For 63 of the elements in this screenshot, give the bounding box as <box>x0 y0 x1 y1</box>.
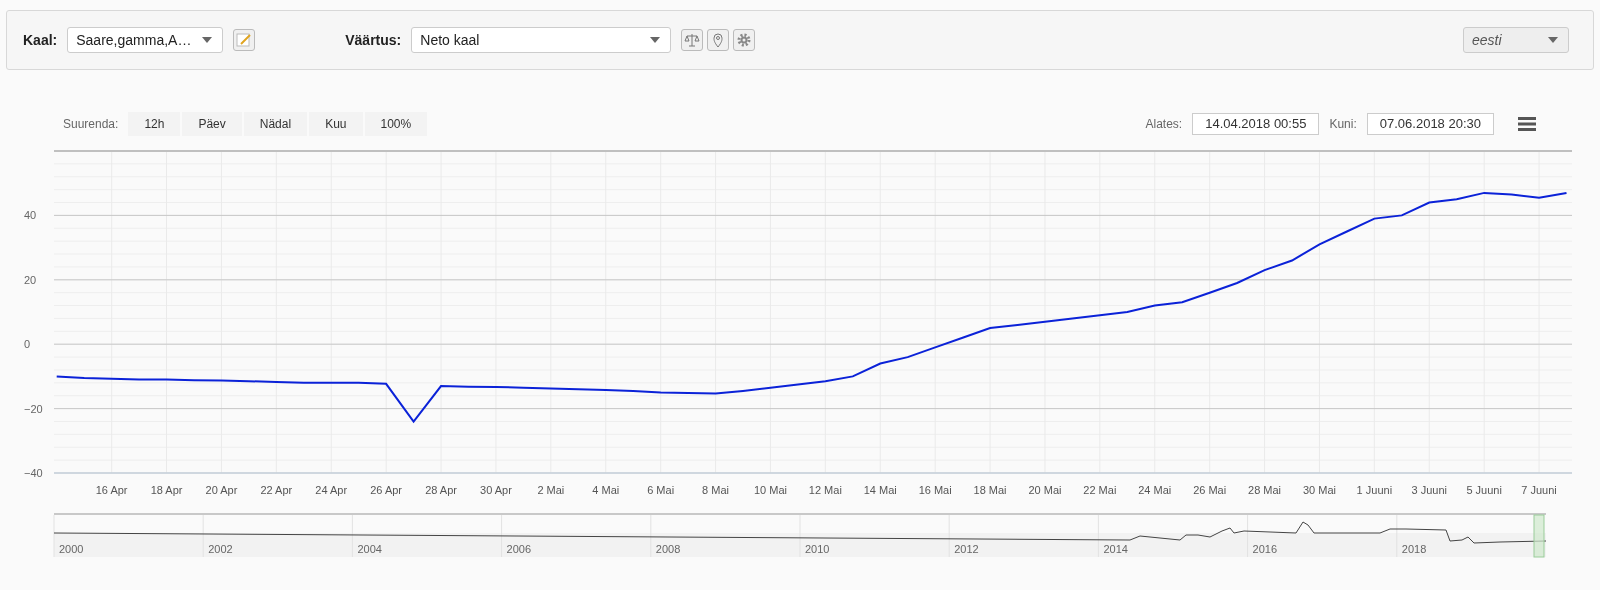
x-axis-label: 20 Apr <box>205 484 238 496</box>
y-axis-label: −20 <box>24 402 43 415</box>
x-axis-label: 26 Apr <box>370 484 403 496</box>
zoom-button[interactable]: Nädal <box>243 112 308 136</box>
x-axis-label: 20 Mai <box>1028 484 1062 496</box>
x-axis-label: 24 Mai <box>1138 484 1172 496</box>
x-axis-label: 3 Juuni <box>1411 484 1447 496</box>
navigator-year-label: 2008 <box>655 543 681 555</box>
x-axis-label: 18 Apr <box>150 484 183 496</box>
x-axis-label: 22 Mai <box>1083 484 1117 496</box>
zoom-button[interactable]: Päev <box>182 112 242 136</box>
navigator-year-label: 2000 <box>59 543 84 555</box>
x-axis-label: 28 Mai <box>1248 484 1282 496</box>
x-axis-label: 12 Mai <box>808 484 842 496</box>
x-axis-label: 30 Apr <box>480 484 512 496</box>
x-axis-label: 16 Apr <box>95 484 128 496</box>
zoom-button[interactable]: Kuu <box>309 112 363 136</box>
zoom-label: Suurenda: <box>63 117 119 131</box>
x-axis-label: 4 Mai <box>592 484 620 496</box>
y-axis-label: 0 <box>24 338 31 351</box>
x-axis-label: 30 Mai <box>1302 484 1336 496</box>
x-axis-label: 16 Mai <box>918 484 952 496</box>
to-label: Kuni: <box>1329 117 1357 131</box>
language-select[interactable]: eesti <box>1463 27 1569 53</box>
navigator-range-handle[interactable] <box>1533 514 1545 558</box>
x-axis-label: 14 Mai <box>863 484 897 496</box>
y-axis-label: 40 <box>24 209 37 222</box>
location-pin-icon[interactable] <box>707 29 730 51</box>
y-axis-label: −40 <box>24 467 43 479</box>
navigator-year-label: 2014 <box>1103 543 1128 555</box>
menu-icon[interactable] <box>1516 115 1538 133</box>
x-axis-label: 6 Mai <box>647 484 675 496</box>
x-axis-label: 18 Mai <box>973 484 1007 496</box>
scale-icon[interactable] <box>681 29 704 51</box>
from-date-field[interactable]: 14.04.2018 00:55 <box>1192 113 1320 135</box>
x-axis-label: 8 Mai <box>702 484 729 496</box>
navigator-year-label: 2016 <box>1252 543 1278 555</box>
navigator-year-label: 2004 <box>357 543 382 555</box>
zoom-button[interactable]: 100% <box>364 112 428 136</box>
x-axis-label: 26 Mai <box>1193 484 1227 496</box>
navigator-year-label: 2010 <box>805 543 830 555</box>
x-axis-label: 28 Apr <box>425 484 457 496</box>
value-label: Väärtus: <box>345 32 402 48</box>
x-axis-label: 24 Apr <box>315 484 348 496</box>
x-axis-label: 10 Mai <box>753 484 787 496</box>
edit-icon[interactable] <box>233 29 256 51</box>
settings-icon[interactable] <box>733 29 756 51</box>
to-date-field[interactable]: 07.06.2018 20:30 <box>1366 113 1494 135</box>
navigator-year-label: 2006 <box>506 543 532 555</box>
navigator-year-label: 2012 <box>954 543 979 555</box>
x-axis-label: 2 Mai <box>537 484 565 496</box>
zoom-button[interactable]: 12h <box>128 112 181 136</box>
value-select[interactable]: Neto kaal <box>411 27 672 53</box>
x-axis-label: 5 Juuni <box>1466 484 1502 496</box>
x-axis-label: 7 Juuni <box>1521 484 1557 496</box>
scale-select[interactable]: Saare,gamma,A… <box>67 27 224 53</box>
x-axis-label: 1 Juuni <box>1356 484 1393 496</box>
y-axis-label: 20 <box>24 273 37 286</box>
x-axis-label: 22 Apr <box>260 484 293 496</box>
navigator-year-label: 2018 <box>1401 543 1427 555</box>
from-label: Alates: <box>1145 117 1183 131</box>
navigator-year-label: 2002 <box>208 543 233 555</box>
scale-label: Kaal: <box>23 32 58 48</box>
